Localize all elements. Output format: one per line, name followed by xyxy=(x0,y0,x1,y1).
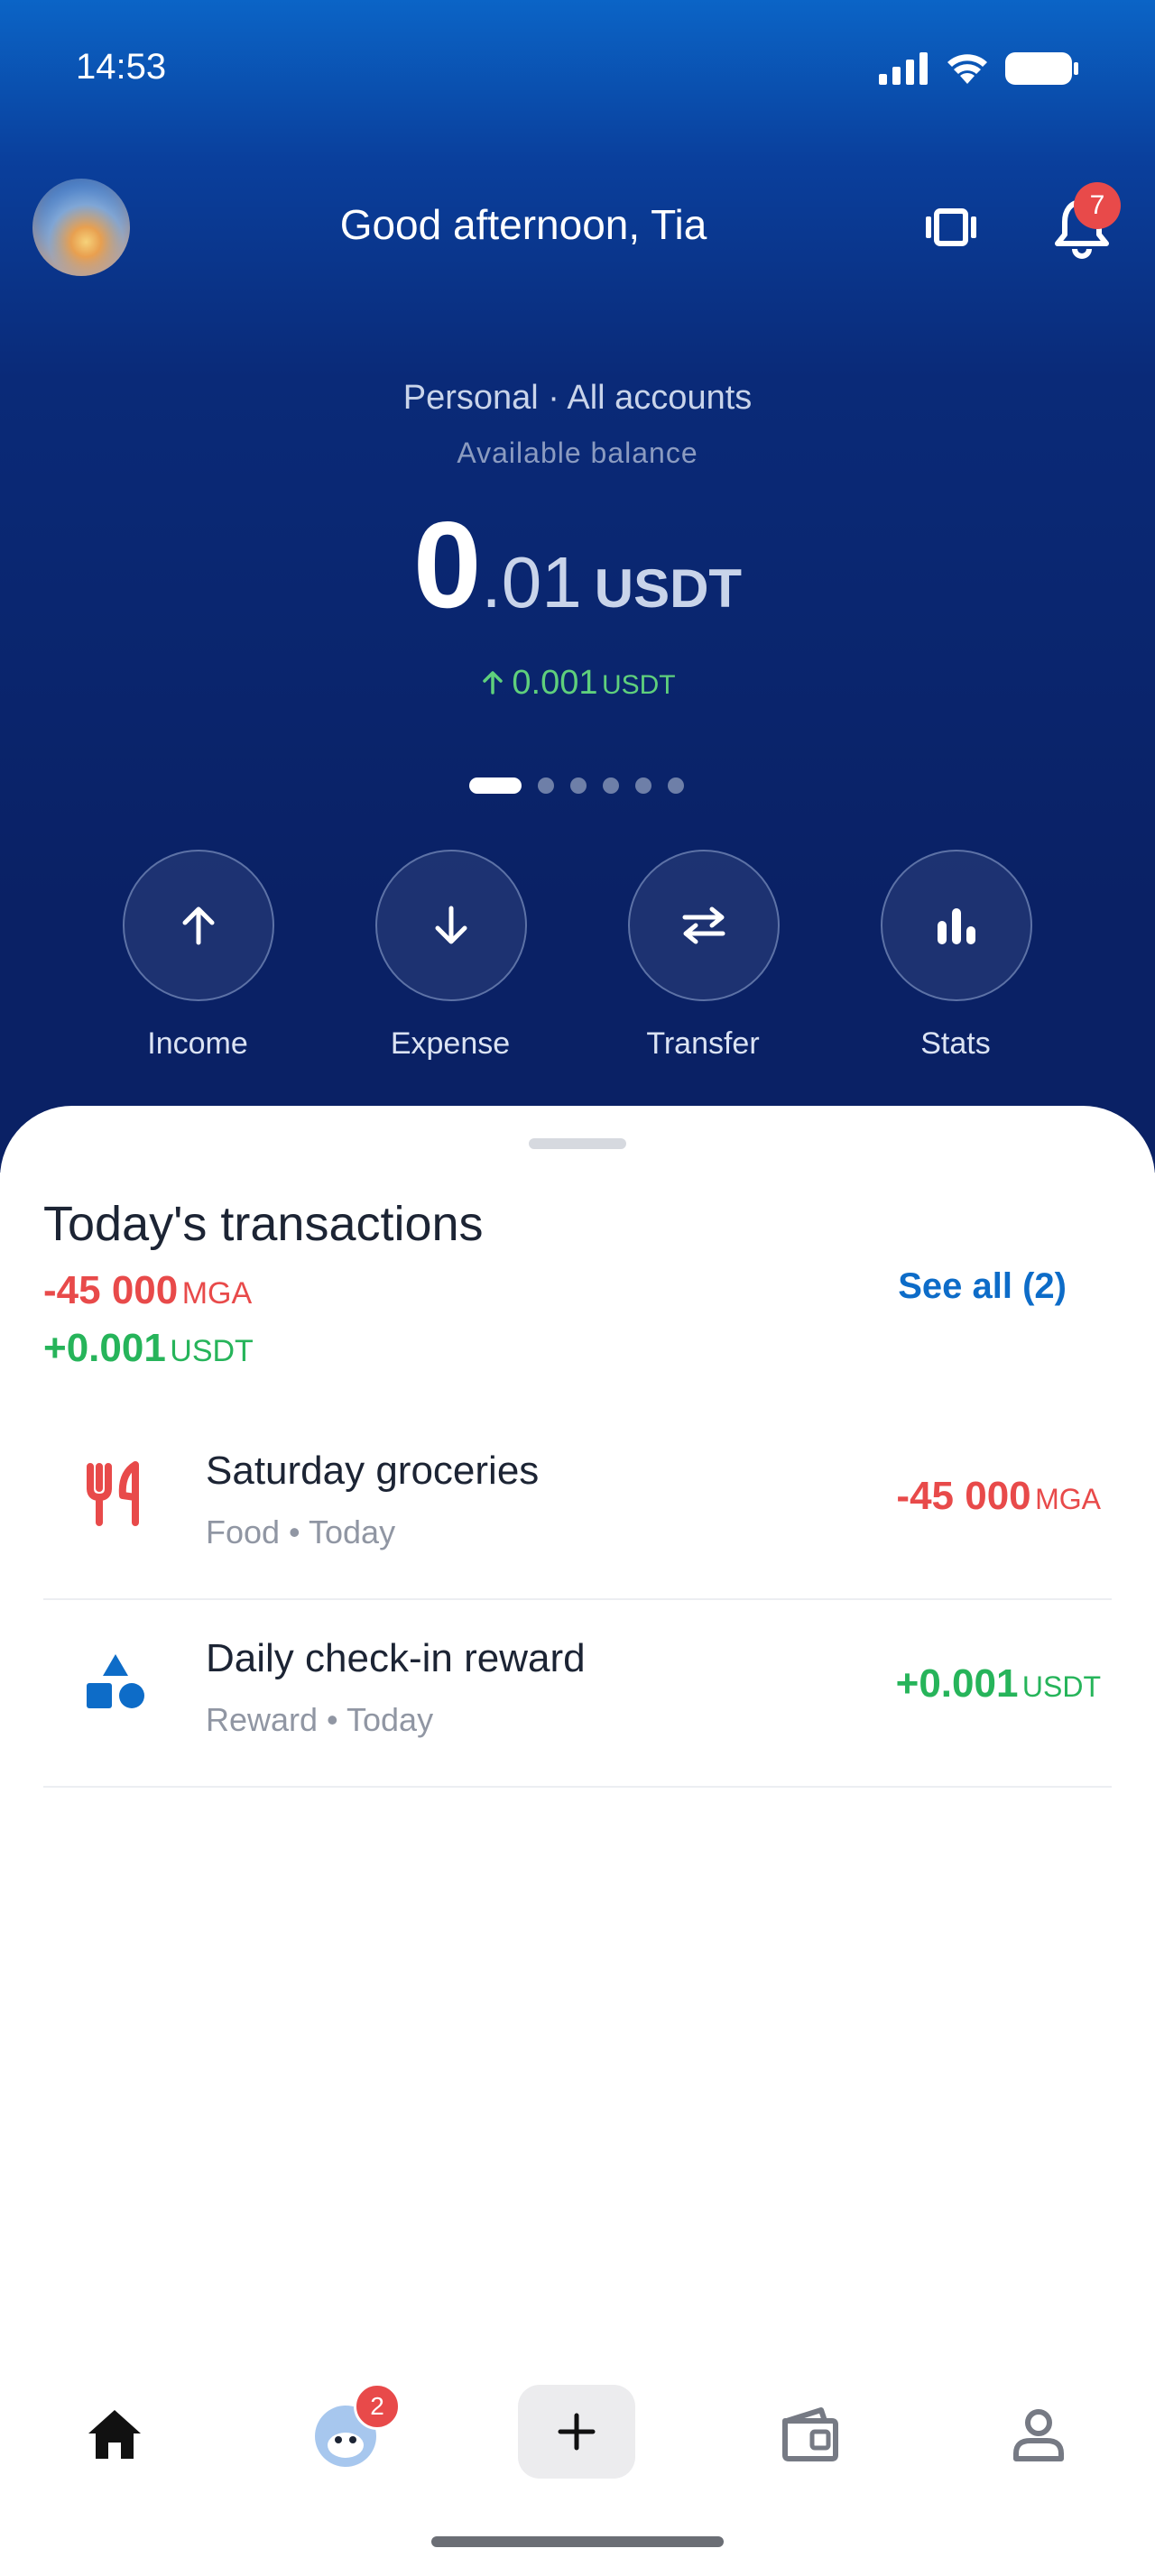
status-time: 14:53 xyxy=(76,47,167,87)
page-dot[interactable] xyxy=(603,777,619,794)
stats-button[interactable]: Stats xyxy=(881,850,1032,1062)
balance-decimal: .01 xyxy=(481,542,582,622)
nav-add-button[interactable] xyxy=(518,2385,635,2479)
page-indicator xyxy=(469,777,684,794)
page-dot[interactable] xyxy=(570,777,587,794)
transaction-amount-value: -45 000 xyxy=(896,1474,1031,1518)
transaction-amount: +0.001 USDT xyxy=(896,1661,1101,1707)
nav-mascot[interactable]: 2 xyxy=(287,2383,404,2484)
status-icons xyxy=(879,51,1079,87)
change-value: 0.001 xyxy=(512,664,598,702)
balance-amount: 0.01 USDT xyxy=(0,494,1155,635)
shapes-icon xyxy=(87,1654,144,1708)
transfer-circle[interactable] xyxy=(628,850,780,1001)
transactions-title: Today's transactions xyxy=(43,1197,484,1251)
transaction-amount-value: +0.001 xyxy=(895,1661,1019,1706)
sum-positive-currency: USDT xyxy=(170,1334,254,1368)
stats-circle[interactable] xyxy=(881,850,1032,1001)
balance-currency: USDT xyxy=(594,558,743,619)
status-bar: 14:53 xyxy=(0,0,1155,135)
fork-knife-icon xyxy=(87,1461,139,1526)
income-circle[interactable] xyxy=(123,850,274,1001)
expense-circle[interactable] xyxy=(375,850,527,1001)
sum-negative-currency: MGA xyxy=(181,1276,253,1311)
expense-button[interactable]: Expense xyxy=(375,850,527,1062)
account-selector[interactable]: Personal · All accounts xyxy=(0,379,1155,418)
sum-positive-value: +0.001 xyxy=(43,1326,166,1370)
sum-positive: +0.001 USDT xyxy=(43,1326,254,1371)
transaction-amount: -45 000 MGA xyxy=(896,1474,1101,1519)
transaction-row[interactable]: Daily check-in reward Reward • Today +0.… xyxy=(43,1600,1112,1788)
transfer-icon xyxy=(682,906,725,944)
signal-icon xyxy=(879,52,928,85)
nav-profile[interactable] xyxy=(980,2385,1097,2484)
arrow-up-small-icon xyxy=(483,671,504,695)
change-currency: USDT xyxy=(601,670,676,700)
transaction-title: Daily check-in reward xyxy=(206,1636,586,1680)
transaction-subtitle: Food • Today xyxy=(206,1513,396,1550)
balance-integer: 0 xyxy=(412,496,482,633)
sheet-handle[interactable] xyxy=(529,1138,626,1149)
cards-icon xyxy=(926,208,976,246)
cards-view-button[interactable] xyxy=(924,204,978,251)
bottom-nav: 2 xyxy=(0,2363,1155,2507)
see-all-link[interactable]: See all (2) xyxy=(898,1266,1067,1307)
wallet-icon xyxy=(782,2407,838,2461)
plus-icon xyxy=(558,2413,596,2451)
balance-change: 0.001 USDT xyxy=(0,664,1155,703)
sum-negative-value: -45 000 xyxy=(43,1268,179,1312)
home-indicator[interactable] xyxy=(431,2536,724,2547)
income-button[interactable]: Income xyxy=(123,850,274,1062)
sum-negative: -45 000 MGA xyxy=(43,1268,252,1313)
transaction-amount-currency: MGA xyxy=(1035,1483,1101,1515)
arrow-down-icon xyxy=(435,906,467,944)
transfer-label: Transfer xyxy=(646,1026,760,1061)
transfer-button[interactable]: Transfer xyxy=(628,850,780,1062)
available-balance-label: Available balance xyxy=(457,437,698,469)
notification-badge: 7 xyxy=(1074,182,1121,229)
expense-label: Expense xyxy=(390,1026,511,1061)
header-background: 14:53 Good afternoon, Tia 7 Personal · A… xyxy=(0,0,1155,1173)
page-dot-active[interactable] xyxy=(469,777,522,794)
income-label: Income xyxy=(147,1026,248,1061)
arrow-up-icon xyxy=(182,906,215,945)
nav-wallet[interactable] xyxy=(751,2385,868,2484)
nav-home[interactable] xyxy=(56,2385,173,2484)
transaction-subtitle: Reward • Today xyxy=(206,1701,434,1738)
greeting: Good afternoon, Tia xyxy=(339,201,707,248)
page-dot[interactable] xyxy=(668,777,684,794)
stats-icon xyxy=(938,908,975,944)
stats-label: Stats xyxy=(920,1026,991,1061)
battery-icon xyxy=(1005,52,1078,85)
profile-icon xyxy=(1013,2409,1064,2461)
transaction-row[interactable]: Saturday groceries Food • Today -45 000 … xyxy=(43,1412,1112,1600)
wifi-icon xyxy=(947,54,987,84)
transactions-sheet: Today's transactions -45 000 MGA +0.001 … xyxy=(0,1106,1155,2062)
page-dot[interactable] xyxy=(635,777,651,794)
page-dot[interactable] xyxy=(538,777,554,794)
transaction-title: Saturday groceries xyxy=(206,1449,540,1493)
transaction-amount-currency: USDT xyxy=(1021,1670,1101,1703)
home-icon xyxy=(88,2410,141,2459)
mascot-badge: 2 xyxy=(354,2383,401,2430)
